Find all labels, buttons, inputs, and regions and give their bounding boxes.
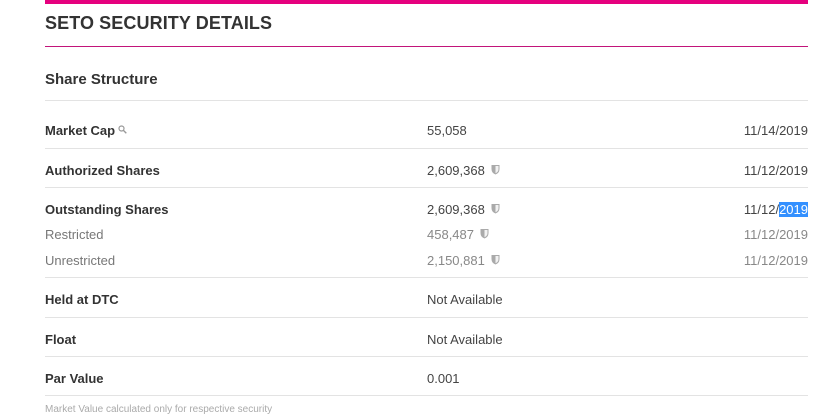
outstanding-shares-value: 2,609,368: [427, 202, 500, 217]
divider: [45, 100, 808, 101]
restricted-date: 11/12/2019: [743, 227, 808, 242]
restricted-number: 458,487: [427, 227, 474, 242]
accent-bar: [45, 0, 808, 4]
market-cap-value: 55,058: [427, 123, 467, 138]
security-details-panel: SETO SECURITY DETAILS Share Structure Ma…: [45, 0, 808, 419]
market-cap-date: 11/14/2019: [743, 123, 808, 138]
unrestricted-value: 2,150,881: [427, 253, 500, 268]
authorized-shares-value: 2,609,368: [427, 163, 500, 178]
outstanding-shares-number: 2,609,368: [427, 202, 485, 217]
selected-text: 2019: [779, 202, 808, 217]
magnifier-icon[interactable]: [118, 122, 127, 137]
divider: [45, 395, 808, 396]
authorized-shares-date: 11/12/2019: [743, 163, 808, 178]
page-title: SETO SECURITY DETAILS: [45, 13, 273, 33]
shield-icon[interactable]: [480, 227, 489, 242]
title-divider: [45, 46, 808, 47]
outstanding-shares-date-prefix: 11/12/: [743, 202, 780, 217]
shield-icon[interactable]: [491, 163, 500, 178]
authorized-shares-number: 2,609,368: [427, 163, 485, 178]
held-at-dtc-value: Not Available: [427, 292, 503, 307]
restricted-value: 458,487: [427, 227, 489, 242]
market-cap-label: Market Cap: [45, 123, 127, 138]
unrestricted-number: 2,150,881: [427, 253, 485, 268]
shield-icon[interactable]: [491, 202, 500, 217]
divider: [45, 187, 808, 188]
outstanding-shares-date: 11/12/2019: [744, 202, 808, 217]
float-label: Float: [45, 332, 77, 347]
footnote: Market Value calculated only for respect…: [45, 404, 273, 415]
par-value-label: Par Value: [45, 371, 104, 386]
unrestricted-label: Unrestricted: [45, 253, 116, 268]
held-at-dtc-label: Held at DTC: [45, 292, 119, 307]
divider: [45, 277, 808, 278]
divider: [45, 317, 808, 318]
restricted-label: Restricted: [45, 227, 104, 242]
shield-icon[interactable]: [491, 253, 500, 268]
authorized-shares-label: Authorized Shares: [45, 163, 160, 178]
unrestricted-date: 11/12/2019: [743, 253, 808, 268]
divider: [45, 356, 808, 357]
float-value: Not Available: [427, 332, 503, 347]
section-title: Share Structure: [45, 71, 158, 88]
divider: [45, 148, 808, 149]
outstanding-shares-label: Outstanding Shares: [45, 202, 169, 217]
market-cap-label-text: Market Cap: [45, 123, 116, 138]
par-value-value: 0.001: [427, 371, 460, 386]
